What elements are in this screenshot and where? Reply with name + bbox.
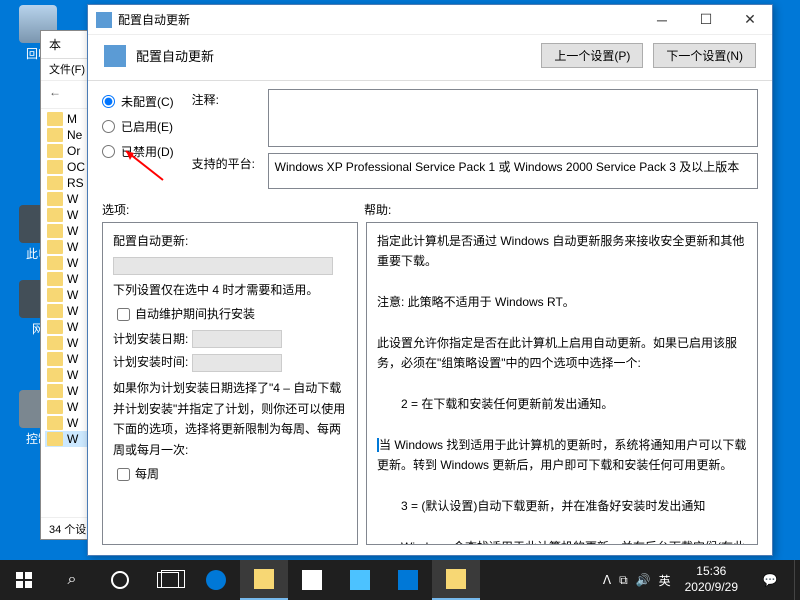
comment-label: 注释: [192,89,260,147]
help-p6: 3 = (默认设置)自动下载更新，并在准备好安装时发出通知 [377,496,747,516]
nav-back-icon[interactable]: ← [49,85,61,104]
radio-not-configured-input[interactable] [102,95,115,108]
window-icon [96,12,112,28]
header-icon [104,45,126,67]
config-area: 未配置(C) 已启用(E) 已禁用(D) 注释: 支持的平台: Wi [88,81,772,199]
search-button[interactable]: ⌕ [48,560,96,600]
update-mode-dropdown[interactable] [113,257,333,275]
mail-icon [398,570,418,590]
radio-group: 未配置(C) 已启用(E) 已禁用(D) [102,89,174,189]
maximize-button[interactable]: ☐ [684,5,728,35]
platform-box: Windows XP Professional Service Pack 1 或… [268,153,758,189]
next-setting-button[interactable]: 下一个设置(N) [653,43,756,68]
clock-date: 2020/9/29 [685,580,738,596]
options-note: 下列设置仅在选中 4 时才需要和适用。 [113,280,347,300]
show-desktop-button[interactable] [794,560,800,600]
titlebar: 配置自动更新 ─ ☐ ✕ [88,5,772,35]
edge-icon [206,570,226,590]
taskbar: ⌕ ᐱ ⧉ 🔊 英 15:36 2020/9/29 💬 [0,560,800,600]
taskbar-mail[interactable] [384,560,432,600]
notification-icon: 💬 [763,573,778,587]
clock-time: 15:36 [685,564,738,580]
gpo-dialog: 配置自动更新 ─ ☐ ✕ 配置自动更新 上一个设置(P) 下一个设置(N) 未配… [87,4,773,556]
taskbar-explorer[interactable] [240,560,288,600]
chk-weekly[interactable]: 每周 [117,464,347,484]
tray-chevron-icon[interactable]: ᐱ [603,573,611,587]
app-icon [350,570,370,590]
chk-maintenance[interactable]: 自动维护期间执行安装 [117,304,347,324]
folder-icon [254,569,274,589]
header-title: 配置自动更新 [136,46,531,65]
taskbar-app1[interactable] [336,560,384,600]
windows-icon [16,572,32,588]
taskbar-notepad[interactable] [432,560,480,600]
radio-enabled-input[interactable] [102,120,115,133]
taskview-icon [157,572,179,588]
notifications-button[interactable]: 💬 [746,560,794,600]
store-icon [302,570,322,590]
options-title: 配置自动更新: [113,231,347,251]
options-paragraph: 如果你为计划安装日期选择了"4 – 自动下载并计划安装"并指定了计划，则你还可以… [113,378,347,460]
cortana-icon [111,571,129,589]
radio-not-configured-label: 未配置(C) [121,93,174,110]
window-title: 配置自动更新 [118,11,640,28]
radio-disabled-input[interactable] [102,145,115,158]
notepad-icon [446,569,466,589]
cortana-button[interactable] [96,560,144,600]
radio-not-configured[interactable]: 未配置(C) [102,93,174,110]
help-section-label: 帮助: [364,201,391,218]
platform-label: 支持的平台: [192,153,260,189]
close-button[interactable]: ✕ [728,5,772,35]
lbl-install-day: 计划安装日期: [113,332,188,346]
options-section-label: 选项: [102,201,352,218]
comment-box[interactable] [268,89,758,147]
minimize-button[interactable]: ─ [640,5,684,35]
install-day-dropdown[interactable] [192,330,282,348]
help-p3: 此设置允许你指定是否在此计算机上启用自动更新。如果已启用该服务，必须在"组策略设… [377,333,747,374]
help-p2: 注意: 此策略不适用于 Windows RT。 [377,292,747,312]
info-column: 注释: 支持的平台: Windows XP Professional Servi… [192,89,758,189]
options-panel[interactable]: 配置自动更新: 下列设置仅在选中 4 时才需要和适用。 自动维护期间执行安装 计… [102,222,358,545]
help-p1: 指定此计算机是否通过 Windows 自动更新服务来接收安全更新和其他重要下载。 [377,231,747,272]
prev-setting-button[interactable]: 上一个设置(P) [541,43,643,68]
taskbar-edge[interactable] [192,560,240,600]
install-time-dropdown[interactable] [192,354,282,372]
radio-enabled-label: 已启用(E) [121,118,173,135]
system-tray[interactable]: ᐱ ⧉ 🔊 英 [597,572,677,589]
help-panel[interactable]: 指定此计算机是否通过 Windows 自动更新服务来接收安全更新和其他重要下载。… [366,222,758,545]
taskview-button[interactable] [144,560,192,600]
tray-ime[interactable]: 英 [659,572,671,589]
header-area: 配置自动更新 上一个设置(P) 下一个设置(N) [88,35,772,81]
taskbar-clock[interactable]: 15:36 2020/9/29 [677,564,746,595]
tray-volume-icon[interactable]: 🔊 [636,573,651,587]
help-p4: 2 = 在下载和安装任何更新前发出通知。 [377,394,747,414]
radio-disabled-label: 已禁用(D) [121,143,174,160]
radio-disabled[interactable]: 已禁用(D) [102,143,174,160]
help-p5: 当 Windows 找到适用于此计算机的更新时，系统将通知用户可以下载更新。转到… [377,435,747,476]
tray-network-icon[interactable]: ⧉ [619,573,628,588]
radio-enabled[interactable]: 已启用(E) [102,118,174,135]
taskbar-store[interactable] [288,560,336,600]
search-icon: ⌕ [68,571,77,589]
start-button[interactable] [0,560,48,600]
help-p7: Windows 会查找适用于此计算机的更新，并在后台下载它们(在此 [377,537,747,545]
lbl-install-time: 计划安装时间: [113,355,188,369]
